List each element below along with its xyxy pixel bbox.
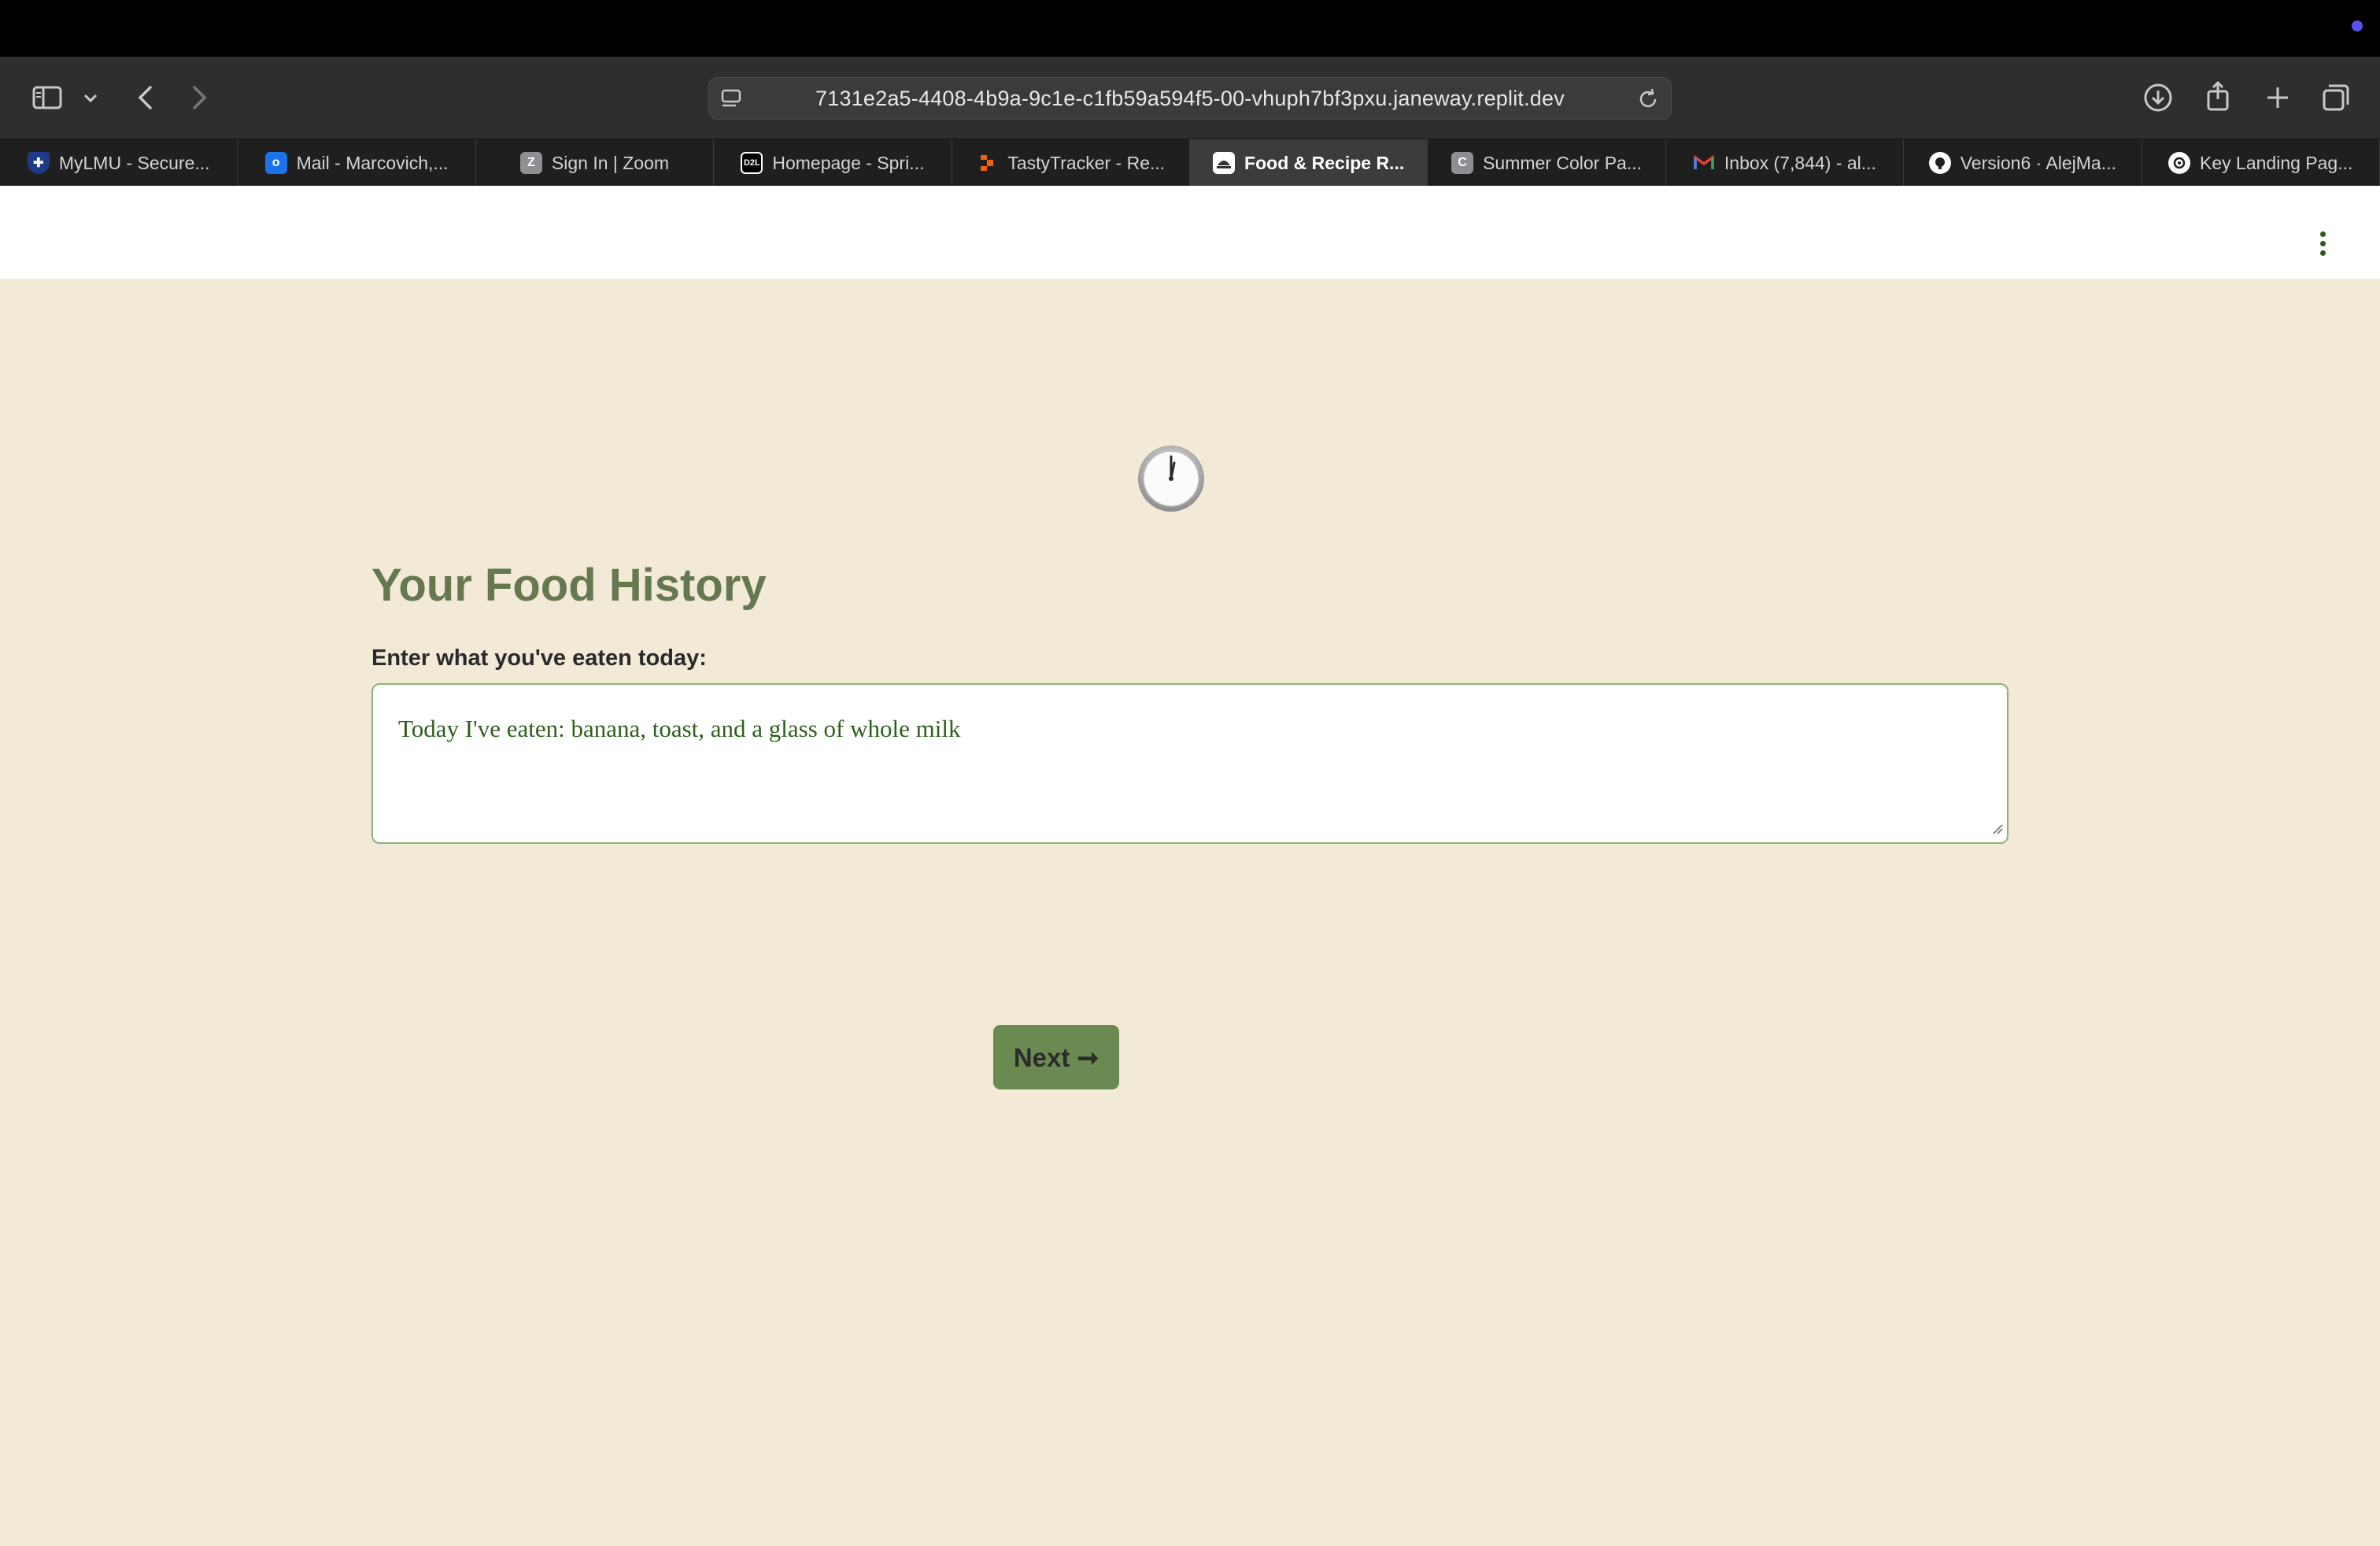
tab-label: Food & Recipe R...	[1244, 152, 1405, 173]
outlook-icon: o	[264, 152, 287, 174]
tab-version6[interactable]: Version6 · AlejMa...	[1904, 139, 2142, 187]
tab-label: Inbox (7,844) - al...	[1724, 152, 1876, 173]
page-title: Your Food History	[371, 560, 767, 611]
tab-label: Summer Color Pa...	[1483, 152, 1643, 173]
tab-zoom[interactable]: Z Sign In | Zoom	[476, 139, 715, 187]
tab-label: Key Landing Pag...	[2200, 152, 2353, 173]
tab-tastytracker[interactable]: TastyTracker - Re...	[952, 139, 1190, 187]
back-icon[interactable]	[132, 82, 157, 113]
food-entry-value[interactable]: Today I've eaten: banana, toast, and a g…	[398, 715, 960, 743]
more-options-icon[interactable]	[2317, 231, 2328, 263]
replit-icon	[976, 152, 998, 174]
tab-bar: ✚ MyLMU - Secure... o Mail - Marcovich,.…	[0, 139, 2380, 187]
tab-inbox[interactable]: Inbox (7,844) - al...	[1666, 139, 1905, 187]
download-icon[interactable]	[2142, 82, 2174, 113]
tab-label: Sign In | Zoom	[551, 152, 670, 173]
tab-summer-color[interactable]: C Summer Color Pa...	[1428, 139, 1666, 187]
tab-label: Mail - Marcovich,...	[296, 152, 449, 173]
shield-icon: ✚	[27, 152, 50, 174]
browser-toolbar: 7131e2a5-4408-4b9a-9c1e-c1fb59a594f5-00-…	[0, 57, 2380, 139]
main-content: Your Food History Enter what you've eate…	[0, 279, 2380, 1546]
zoom-icon: Z	[519, 152, 542, 174]
tab-label: Homepage - Spri...	[772, 152, 925, 173]
sidebar-toggle-icon[interactable]	[30, 85, 65, 110]
tab-key-landing[interactable]: Key Landing Pag...	[2142, 139, 2380, 187]
next-button[interactable]: Next ➞	[993, 1025, 1119, 1089]
forward-icon[interactable]	[187, 82, 213, 113]
tab-homepage[interactable]: D2L Homepage - Spri...	[714, 139, 952, 187]
github-icon	[1928, 152, 1951, 174]
system-menubar	[0, 0, 2380, 57]
chevron-down-icon[interactable]	[80, 88, 101, 109]
tab-food-recipe[interactable]: Food & Recipe R...	[1189, 139, 1428, 187]
share-icon[interactable]	[2204, 79, 2232, 113]
openai-icon	[2168, 152, 2191, 174]
tab-label: TastyTracker - Re...	[1007, 152, 1166, 173]
resize-handle-icon[interactable]	[1991, 823, 2004, 839]
food-entry-textarea[interactable]: Today I've eaten: banana, toast, and a g…	[371, 683, 2009, 844]
tab-label: MyLMU - Secure...	[58, 152, 210, 173]
tab-label: Version6 · AlejMa...	[1960, 152, 2116, 173]
coolors-icon: C	[1451, 152, 1474, 174]
url-text[interactable]: 7131e2a5-4408-4b9a-9c1e-c1fb59a594f5-00-…	[709, 78, 1671, 119]
tab-mylmu[interactable]: ✚ MyLMU - Secure...	[0, 139, 238, 187]
tab-overview-icon[interactable]	[2320, 82, 2352, 113]
recipe-icon	[1213, 152, 1236, 174]
clock-icon	[1136, 444, 1206, 513]
d2l-icon: D2L	[741, 152, 763, 174]
gmail-icon	[1693, 152, 1715, 174]
new-tab-icon[interactable]	[2262, 82, 2293, 113]
address-bar[interactable]: 7131e2a5-4408-4b9a-9c1e-c1fb59a594f5-00-…	[708, 77, 1672, 120]
app-header	[0, 186, 2380, 279]
reload-icon[interactable]	[1636, 87, 1660, 115]
tab-mail[interactable]: o Mail - Marcovich,...	[238, 139, 476, 187]
status-dot-icon	[2352, 20, 2363, 31]
food-input-label: Enter what you've eaten today:	[371, 645, 707, 671]
